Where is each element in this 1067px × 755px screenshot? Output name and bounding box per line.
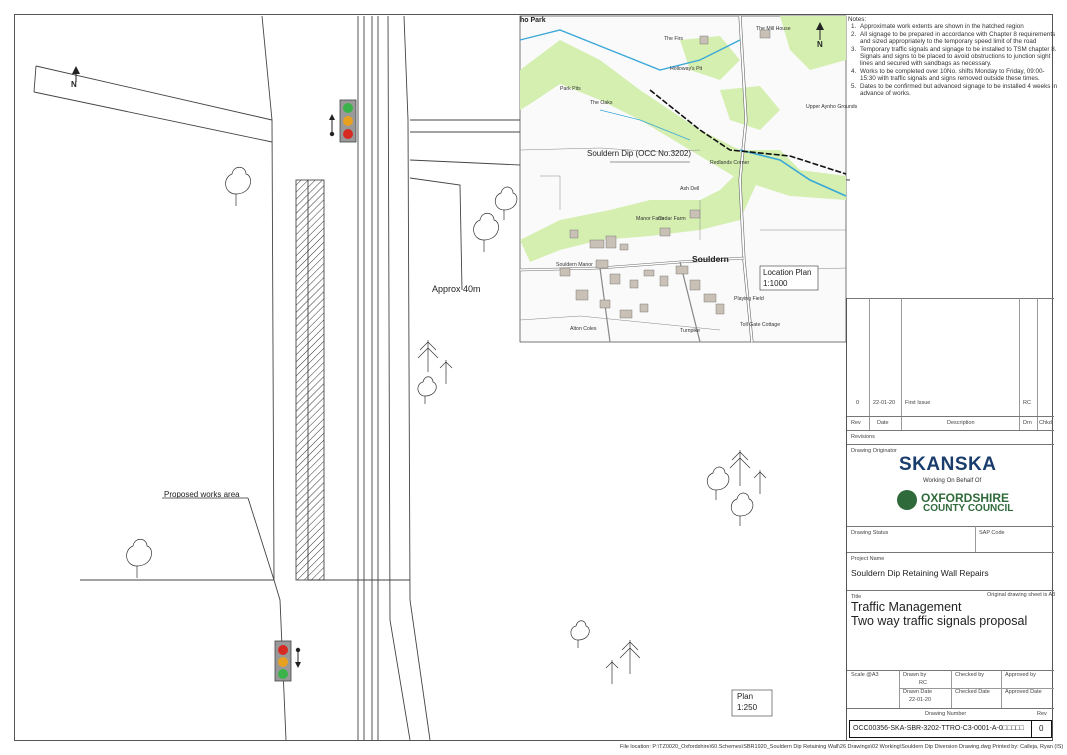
tree-icon: [495, 186, 518, 220]
plan-label: Plan: [737, 692, 754, 701]
drawn-date-label: Drawn Date: [903, 689, 933, 695]
works-area-hatch: [295, 179, 325, 581]
approved-by-label: Approved by: [1005, 672, 1036, 678]
conifer-icon: [729, 450, 751, 486]
file-location-footer: File location: P:\TZ0020_Oxfordshire\60.…: [620, 744, 1064, 750]
conifer-icon: [619, 640, 641, 674]
plan-scale: 1:250: [737, 703, 758, 712]
note-item: Approximate work extents are shown in th…: [858, 23, 1058, 30]
checked-by-label: Checked by: [955, 672, 985, 678]
rev-header: Drn: [1023, 420, 1032, 426]
title-block: 0 22-01-20 First Issue RC Rev Date Descr…: [846, 298, 1056, 741]
checked-date-label: Checked Date: [955, 689, 990, 695]
revision-rev: 0: [856, 400, 860, 406]
originator-label: Drawing Originator: [851, 448, 897, 454]
rev-label: Rev: [1037, 711, 1047, 717]
drawing-rev: 0: [1039, 724, 1044, 733]
revisions-label: Revisions: [851, 434, 875, 440]
notes-heading: Notes:: [848, 16, 867, 23]
location-map: [519, 15, 847, 343]
council-crest-icon: [897, 490, 917, 510]
council-name-line2: COUNTY COUNCIL: [923, 503, 1014, 514]
note-item: Temporary traffic signals and signage to…: [858, 46, 1058, 68]
drawing-number-label: Drawing Number: [925, 711, 967, 717]
map-north-label: N: [817, 40, 823, 49]
skanska-logo: SKANSKA: [899, 454, 997, 475]
tree-icon: [225, 166, 251, 206]
conifer-icon: [605, 660, 619, 684]
traffic-signal-north-icon: [329, 99, 357, 143]
map-place: The Firs: [664, 36, 684, 42]
drawing-title-line1: Traffic Management: [851, 600, 962, 614]
conifer-icon: [753, 470, 767, 494]
tree-icon: [126, 538, 152, 578]
approx-distance-label: Approx 40m: [432, 284, 481, 294]
map-place: Cedar Farm: [658, 216, 686, 222]
map-place: Park Pits: [560, 86, 581, 92]
map-place: Playing Field: [734, 296, 764, 302]
note-item: Works to be completed over 10No. shifts …: [858, 68, 1058, 83]
sap-label: SAP Code: [979, 530, 1005, 536]
note-item: All signage to be prepared in accordance…: [858, 31, 1058, 46]
village-label: Souldern: [692, 254, 729, 264]
revision-date: 22-01-20: [873, 400, 896, 406]
approved-date-label: Approved Date: [1005, 689, 1042, 695]
revision-description: First Issue: [905, 400, 931, 406]
location-plan-label: Location Plan: [763, 268, 812, 277]
location-plan-scale: 1:1000: [763, 279, 788, 288]
scale-label: Scale @A3: [851, 672, 879, 678]
notes-panel: Notes: Approximate work extents are show…: [848, 16, 1058, 97]
rev-header: Chkd: [1039, 420, 1052, 426]
map-place: The Oaks: [590, 100, 613, 106]
drawing-title-line2: Two way traffic signals proposal: [851, 614, 1028, 628]
conifer-icon: [439, 360, 453, 384]
map-place: Turnpike: [680, 328, 700, 334]
map-place: The Mill House: [756, 26, 791, 32]
drawn-date: 22-01-20: [909, 697, 932, 703]
drawn-by: RC: [919, 680, 927, 686]
tree-icon: [417, 376, 437, 404]
rev-header: Rev: [851, 420, 861, 426]
map-place: Toll Gate Cottage: [740, 322, 781, 328]
on-behalf-label: Working On Behalf Of: [923, 478, 982, 484]
tree-icon: [570, 620, 590, 648]
status-label: Drawing Status: [851, 530, 889, 536]
original-sheet-note: Original drawing sheet is A3: [987, 592, 1056, 598]
tree-icon: [707, 466, 730, 500]
drawn-by-label: Drawn by: [903, 672, 927, 678]
site-label: Souldern Dip (OCC No.3202): [587, 149, 692, 158]
rev-header: Date: [877, 420, 889, 426]
project-label: Project Name: [851, 556, 885, 562]
map-place: Alton Coles: [570, 326, 597, 332]
works-area-label: Proposed works area: [164, 490, 240, 499]
map-place: Ash Dell: [680, 186, 700, 192]
tree-icon: [731, 492, 754, 526]
map-place: Holloway's Pit: [670, 66, 703, 72]
map-place: Upper Aynho Grounds: [806, 104, 858, 110]
map-place: Redlands Corner: [710, 160, 750, 166]
rev-header: Description: [947, 420, 975, 426]
north-label: N: [71, 80, 77, 89]
revision-by: RC: [1023, 400, 1031, 406]
project-name: Souldern Dip Retaining Wall Repairs: [851, 568, 989, 578]
note-item: Dates to be confirmed but advanced signa…: [858, 83, 1058, 98]
drawing-number: OCC00356-SKA-SBR-3202-TTRO-C3-0001-A-0□□…: [853, 725, 1024, 732]
map-top-label: ho Park: [520, 17, 546, 24]
traffic-signal-south-icon: [274, 640, 301, 682]
tree-icon: [473, 212, 499, 252]
conifer-icon: [417, 340, 439, 372]
map-place: Souldern Manor: [556, 262, 593, 268]
